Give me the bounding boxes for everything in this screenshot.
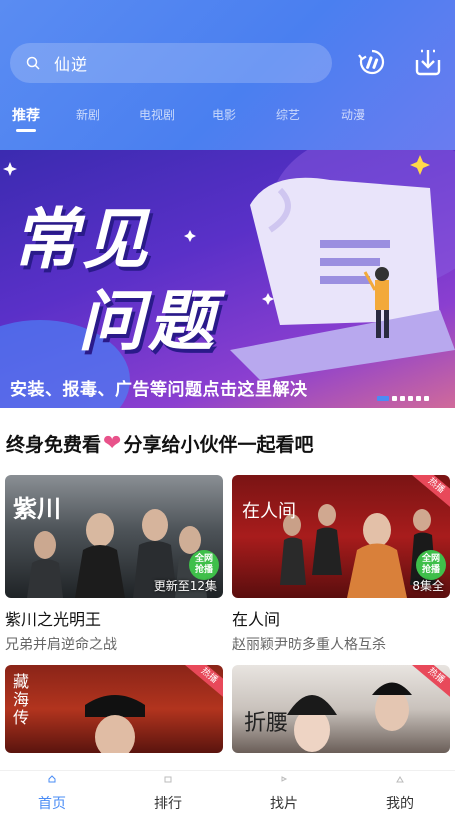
nav-home-label: 首页 (38, 796, 66, 812)
video-card[interactable]: 紫川 全网 抢播 更新至12集 紫川之光明王 兄弟并肩逆命之战 (5, 475, 223, 654)
nav-find-label: 找片 (270, 796, 298, 812)
category-tabs: 推荐 新剧 电视剧 电影 综艺 动漫 (0, 100, 455, 136)
poster-art (85, 695, 145, 753)
carousel-dot (377, 396, 389, 401)
poster-title-art: 紫川 (13, 494, 61, 523)
episode-label: 更新至12集 (153, 579, 217, 593)
active-tab-indicator (16, 129, 36, 132)
video-title[interactable]: 紫川之光明王 (5, 606, 223, 630)
video-poster[interactable]: 紫川 全网 抢播 更新至12集 (5, 475, 223, 598)
header: 仙逆 推荐 新剧 电视剧 电影 综艺 动漫 (0, 0, 455, 150)
banner-title-line2: 问题 (78, 283, 218, 360)
episode-label: 8集全 (412, 579, 444, 593)
video-card[interactable]: 折腰 热播 (232, 665, 450, 753)
carousel-dot (400, 396, 405, 401)
section-title-left: 终身免费看 (6, 434, 102, 456)
video-poster[interactable]: 在人间 热播 全网 抢播 8集全 (232, 475, 450, 598)
video-poster[interactable]: 折腰 热播 (232, 665, 450, 753)
exclusive-badge: 全网 抢播 (189, 550, 219, 580)
carousel-dot (408, 396, 413, 401)
exclusive-badge: 全网 抢播 (416, 550, 446, 580)
nav-profile[interactable]: 我的 (370, 775, 430, 813)
video-card[interactable]: 在人间 热播 全网 抢播 8集全 在人间 赵丽颖尹昉多重人格互杀 (232, 475, 450, 654)
video-subtitle: 赵丽颖尹昉多重人格互杀 (232, 637, 386, 653)
video-poster[interactable]: 藏海传 热播 (5, 665, 223, 753)
carousel-dot (424, 396, 429, 401)
tab-recommend[interactable]: 推荐 (12, 105, 40, 125)
nav-home[interactable]: 首页 (22, 775, 82, 813)
poster-title-art: 折腰 (244, 711, 289, 736)
rank-icon (164, 776, 172, 783)
faq-banner[interactable]: 常见 问题 安装、报毒、广告等问题点击这里解决 (0, 150, 455, 408)
tab-new-drama[interactable]: 新剧 (76, 106, 100, 123)
section-title-right: 分享给小伙伴一起看吧 (123, 434, 314, 456)
search-bar[interactable]: 仙逆 (10, 43, 332, 83)
tab-movies[interactable]: 电影 (212, 106, 236, 123)
tab-anime[interactable]: 动漫 (341, 106, 365, 123)
search-query: 仙逆 (54, 55, 89, 74)
carousel-dot (416, 396, 421, 401)
download-icon[interactable] (412, 46, 444, 78)
tab-variety[interactable]: 综艺 (276, 106, 300, 123)
nav-rank-label: 排行 (154, 796, 182, 812)
nav-profile-label: 我的 (386, 796, 414, 812)
history-icon[interactable] (356, 46, 388, 78)
video-subtitle: 兄弟并肩逆命之战 (5, 637, 117, 653)
banner-caption: 安装、报毒、广告等问题点击这里解决 (10, 380, 308, 400)
search-icon (26, 56, 40, 70)
find-icon (281, 776, 288, 782)
poster-title-art: 藏海传 (13, 672, 30, 727)
carousel-indicator (377, 396, 429, 401)
carousel-dot (392, 396, 397, 401)
video-title[interactable]: 在人间 (232, 606, 450, 630)
bottom-nav: 首页 排行 找片 我的 (0, 770, 455, 819)
video-card[interactable]: 藏海传 热播 (5, 665, 223, 753)
tab-tv-series[interactable]: 电视剧 (139, 106, 175, 123)
section-title: 终身免费看 ❤ 分享给小伙伴一起看吧 (6, 430, 313, 457)
heart-icon: ❤ (103, 431, 122, 456)
nav-find[interactable]: 找片 (254, 775, 314, 813)
poster-title-art: 在人间 (242, 501, 296, 522)
nav-rank[interactable]: 排行 (138, 775, 198, 813)
home-icon (48, 775, 56, 783)
profile-icon (396, 776, 404, 783)
